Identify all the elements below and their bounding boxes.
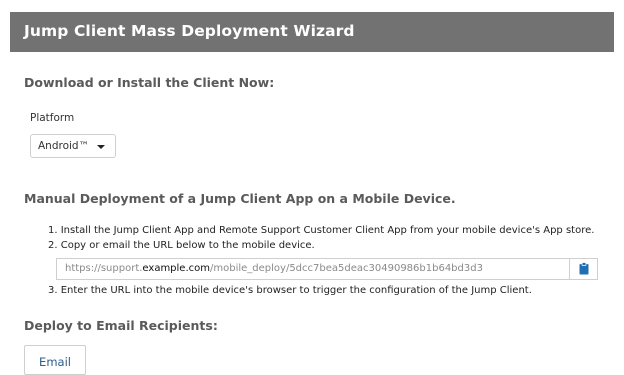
download-section-title: Download or Install the Client Now: xyxy=(24,75,275,90)
url-domain: example.com xyxy=(142,263,210,274)
url-prefix: https://support. xyxy=(65,263,143,274)
manual-deployment-title: Manual Deployment of a Jump Client App o… xyxy=(24,191,456,206)
url-suffix: /mobile_deploy/5dcc7bea5deac30490986b1b6… xyxy=(210,263,483,274)
clipboard-icon xyxy=(579,262,589,275)
email-button-label: Email xyxy=(39,355,71,369)
copy-url-button[interactable] xyxy=(569,259,597,279)
step-1-text: 1. Install the Jump Client App and Remot… xyxy=(48,225,595,236)
deploy-url-text[interactable]: https://support.example.com/mobile_deplo… xyxy=(65,263,483,274)
email-section-title: Deploy to Email Recipients: xyxy=(24,318,218,333)
deploy-url-field[interactable]: https://support.example.com/mobile_deplo… xyxy=(56,258,598,280)
chevron-down-icon xyxy=(97,145,105,149)
platform-selected-value: Android™ xyxy=(38,140,90,152)
platform-label: Platform xyxy=(30,112,75,124)
platform-select[interactable]: Android™ xyxy=(30,134,116,158)
step-3-text: 3. Enter the URL into the mobile device'… xyxy=(48,285,532,296)
wizard-header: Jump Client Mass Deployment Wizard xyxy=(10,12,614,52)
step-2-text: 2. Copy or email the URL below to the mo… xyxy=(48,240,315,251)
email-button[interactable]: Email xyxy=(24,345,86,375)
wizard-title: Jump Client Mass Deployment Wizard xyxy=(24,22,355,40)
